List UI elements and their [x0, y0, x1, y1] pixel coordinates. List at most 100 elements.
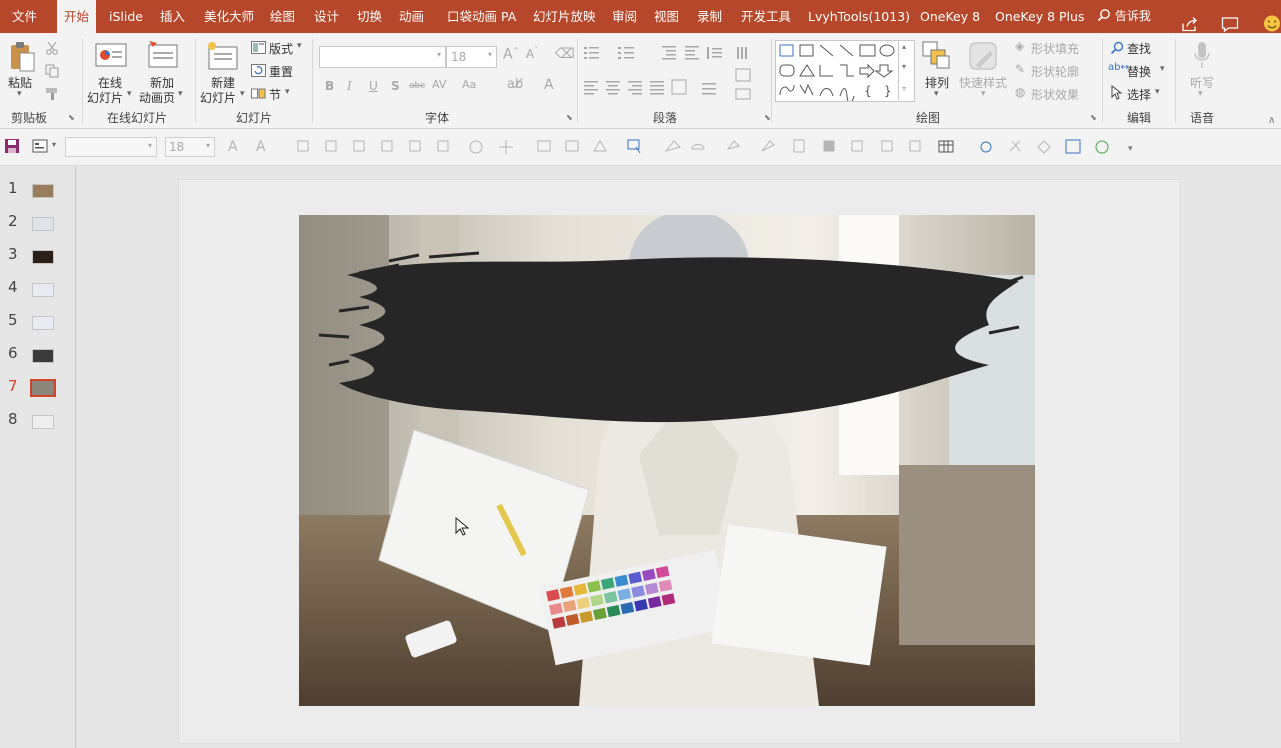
new-slide-button-2[interactable]: 幻灯片	[200, 89, 236, 106]
find-icon	[1110, 41, 1124, 55]
bold-icon[interactable]: B	[325, 79, 334, 93]
layout-quick-icon[interactable]	[32, 138, 48, 154]
font-launcher-icon[interactable]: ⬊	[566, 113, 573, 122]
italic-icon[interactable]: I	[347, 79, 352, 93]
arrange-dropdown-icon[interactable]: ▾	[934, 89, 939, 99]
slide-thumbnail[interactable]	[32, 415, 54, 429]
replace-dropdown-icon[interactable]: ▾	[1160, 64, 1165, 74]
tab-beautify[interactable]: 美化大师	[204, 0, 254, 33]
tab-review[interactable]: 审阅	[612, 0, 637, 33]
underline-icon[interactable]: U	[369, 79, 378, 93]
tab-pocket-animation[interactable]: 口袋动画 PA	[447, 0, 516, 33]
new-slide-dropdown-icon[interactable]: ▾	[240, 89, 245, 99]
layout-dropdown-icon[interactable]: ▾	[297, 41, 302, 51]
drawing-launcher-icon[interactable]: ⬊	[1090, 113, 1097, 122]
slide-thumbnail-current[interactable]	[30, 379, 56, 397]
paragraph-tools[interactable]	[584, 45, 774, 115]
tab-home[interactable]: 开始	[57, 0, 97, 33]
group-editing-label: 编辑	[1127, 111, 1152, 125]
find-button[interactable]: 查找	[1127, 40, 1151, 57]
slide-thumbnail[interactable]	[32, 217, 54, 231]
tab-developer[interactable]: 开发工具	[741, 0, 791, 33]
svg-text:▾: ▾	[1128, 144, 1133, 154]
increase-font-icon[interactable]: A^	[503, 46, 519, 63]
section-button[interactable]: 节	[269, 86, 281, 103]
replace-button[interactable]: 替换	[1127, 63, 1151, 80]
separator	[1175, 39, 1176, 123]
slide-number: 6	[8, 344, 18, 362]
tab-onekey8[interactable]: OneKey 8	[920, 0, 980, 33]
format-painter-icon[interactable]	[45, 87, 61, 101]
tab-draw[interactable]: 绘图	[270, 0, 295, 33]
slide-thumbnail[interactable]	[32, 349, 54, 363]
font-size-select[interactable]: 18 ▾	[446, 46, 497, 68]
save-icon[interactable]	[4, 138, 20, 154]
slide-thumbnail[interactable]	[32, 283, 54, 297]
tab-view[interactable]: 视图	[654, 0, 679, 33]
qat-tools[interactable]: A A ▾	[226, 137, 1136, 157]
tab-onekey8plus[interactable]: OneKey 8 Plus	[995, 0, 1084, 33]
online-slides-button-2[interactable]: 幻灯片	[87, 89, 123, 106]
tab-design[interactable]: 设计	[314, 0, 339, 33]
slide-thumbnail[interactable]	[32, 184, 54, 198]
shapes-gallery-scroll[interactable]: ▴ ▾ ▿	[898, 40, 913, 100]
strikethrough-icon[interactable]: abc	[409, 81, 425, 91]
qat-font-name-select[interactable]: ▾	[65, 137, 157, 157]
qat-font-size-select[interactable]: 18 ▾	[165, 137, 215, 157]
tab-islide[interactable]: iSlide	[109, 0, 143, 33]
quick-styles-icon	[969, 42, 997, 70]
tab-transitions[interactable]: 切换	[357, 0, 382, 33]
shapes-gallery[interactable]: {}	[775, 40, 915, 104]
quick-styles-dropdown-icon[interactable]: ▾	[981, 89, 986, 99]
tab-slideshow[interactable]: 幻灯片放映	[533, 0, 596, 33]
slide-thumbnail[interactable]	[32, 316, 54, 330]
layout-button[interactable]: 版式	[269, 40, 293, 57]
tab-record[interactable]: 录制	[697, 0, 722, 33]
paragraph-launcher-icon[interactable]: ⬊	[764, 113, 771, 122]
shape-outline-button[interactable]: 形状轮廓	[1031, 63, 1079, 80]
menu-file[interactable]: 文件	[12, 0, 37, 33]
arrange-icon	[922, 41, 950, 69]
group-drawing-label: 绘图	[916, 111, 941, 125]
slide-photo[interactable]	[299, 215, 1035, 706]
svg-text:A: A	[256, 139, 266, 155]
font-color-icon[interactable]: A	[544, 77, 554, 93]
slide-thumbnail[interactable]	[32, 250, 54, 264]
shape-effects-button[interactable]: 形状效果	[1031, 86, 1079, 103]
font-name-select[interactable]: ▾	[319, 46, 446, 68]
highlight-icon[interactable]: ab̸	[507, 77, 523, 92]
collapse-ribbon-icon[interactable]: ∧	[1268, 115, 1275, 126]
font-size-value: 18	[451, 50, 467, 64]
layout-quick-dropdown-icon[interactable]: ▾	[52, 140, 56, 149]
shape-fill-button[interactable]: 形状填充	[1031, 40, 1079, 57]
shape-outline-icon: ✎	[1015, 62, 1026, 76]
clear-formatting-icon[interactable]: ⌫	[555, 46, 575, 62]
svg-text:A: A	[228, 139, 238, 155]
decrease-font-icon[interactable]: Aˇ	[526, 46, 538, 61]
new-animation-page-button-2[interactable]: 动画页	[139, 89, 175, 106]
slide-number: 3	[8, 245, 18, 263]
online-slides-dropdown-icon[interactable]: ▾	[127, 89, 132, 99]
copy-icon[interactable]	[45, 64, 59, 78]
select-dropdown-icon[interactable]: ▾	[1155, 87, 1160, 97]
shadow-icon[interactable]: S	[391, 79, 400, 93]
reset-button[interactable]: 重置	[269, 63, 293, 80]
tab-lvyhtools[interactable]: LvyhTools(1013)	[808, 0, 910, 33]
office-photo-image	[299, 215, 1035, 706]
mouse-cursor-icon	[455, 517, 469, 536]
group-paragraph-label: 段落	[653, 111, 678, 125]
cut-icon[interactable]	[45, 41, 59, 55]
tell-me[interactable]: 告诉我	[1097, 0, 1151, 33]
paste-dropdown-icon[interactable]: ▾	[17, 89, 22, 99]
svg-text:}: }	[884, 84, 892, 98]
clipboard-launcher-icon[interactable]: ⬊	[68, 113, 75, 122]
section-dropdown-icon[interactable]: ▾	[285, 87, 290, 97]
select-button[interactable]: 选择	[1127, 86, 1151, 103]
change-case-icon[interactable]: Aa	[462, 78, 476, 91]
tab-animations[interactable]: 动画	[399, 0, 424, 33]
new-animation-page-dropdown-icon[interactable]: ▾	[178, 89, 183, 99]
microphone-icon	[1194, 42, 1210, 68]
character-spacing-icon[interactable]: AV	[432, 78, 446, 91]
dictate-dropdown-icon[interactable]: ▾	[1198, 89, 1203, 99]
tab-insert[interactable]: 插入	[160, 0, 185, 33]
